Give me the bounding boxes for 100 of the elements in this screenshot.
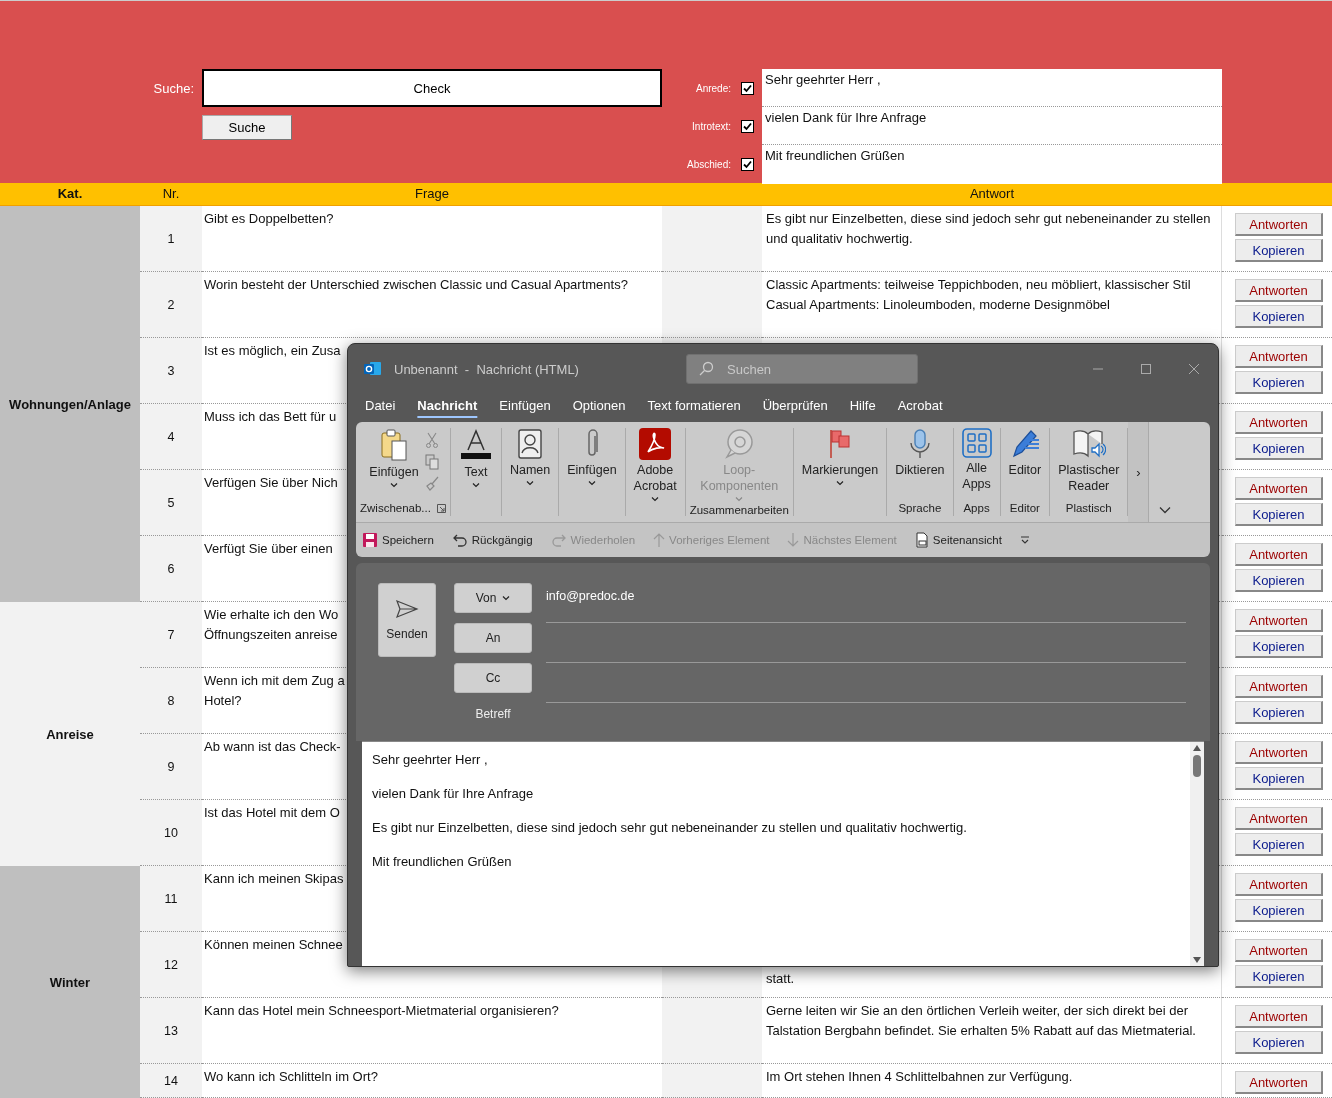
ribbon-button[interactable]: Editor <box>1004 428 1046 500</box>
caret-icon <box>526 480 535 486</box>
row-number: 4 <box>140 404 202 470</box>
caret-icon <box>587 480 596 486</box>
answer-button[interactable]: Antworten <box>1235 873 1323 896</box>
send-button[interactable]: Senden <box>378 583 436 657</box>
chevron-down-icon[interactable] <box>1159 506 1172 514</box>
send-icon <box>395 599 419 619</box>
save-icon <box>362 532 378 548</box>
copy-button[interactable]: Kopieren <box>1235 899 1323 922</box>
redo-icon <box>550 532 567 548</box>
row-number: 1 <box>140 206 202 272</box>
scroll-up-icon[interactable] <box>1193 745 1201 751</box>
text-field[interactable]: Sehr geehrter Herr , <box>762 69 1222 107</box>
copy-button[interactable]: Kopieren <box>1235 305 1323 328</box>
copy-button[interactable]: Kopieren <box>1235 239 1323 262</box>
option-label: Introtext: <box>692 120 731 132</box>
column-header: Nr. <box>161 185 181 203</box>
book-speaker-icon <box>1071 428 1106 460</box>
menu-tab[interactable]: Hilfe <box>838 394 887 417</box>
copy-button[interactable]: Kopieren <box>1235 371 1323 394</box>
row-number: 5 <box>140 470 202 536</box>
caret-icon <box>735 496 744 502</box>
checkbox[interactable] <box>741 158 754 171</box>
chevron-down-icon <box>502 595 511 601</box>
row-number: 9 <box>140 734 202 800</box>
row-number: 6 <box>140 536 202 602</box>
address-button[interactable]: An <box>454 623 532 653</box>
ribbon-button[interactable]: Markierungen <box>797 428 883 500</box>
answer-button[interactable]: Antworten <box>1235 609 1323 632</box>
option-label: Abschied: <box>687 159 731 170</box>
copy-button[interactable]: Kopieren <box>1235 437 1323 460</box>
menu-tab[interactable]: Acrobat <box>886 394 954 417</box>
answer-button[interactable]: Antworten <box>1235 675 1323 698</box>
checkbox[interactable] <box>741 119 754 133</box>
address-field[interactable]: info@predoc.de <box>546 583 1186 623</box>
answer-button[interactable]: Antworten <box>1235 1071 1323 1094</box>
caret-icon <box>389 482 398 488</box>
toolbar-button[interactable]: Seitenansicht <box>914 532 1002 548</box>
column-header: Antwort <box>968 185 1016 203</box>
scrollbar-thumb[interactable] <box>1193 755 1201 777</box>
answer-button[interactable]: Antworten <box>1235 213 1323 236</box>
answer-cell: Gerne leiten wir Sie an den örtlichen Verleih weiter, der sich direkt bei der Talstation Bergbahn befindet. Sie erhalten 5% Rabatt auf das Mietmaterial. <box>762 998 1222 1064</box>
copy-button[interactable]: Kopieren <box>1235 965 1323 988</box>
group-label: Zusammenarbeiten <box>689 503 789 518</box>
copy-button[interactable]: Kopieren <box>1235 833 1323 856</box>
answer-button[interactable]: Antworten <box>1235 807 1323 830</box>
more-button[interactable]: › <box>1128 422 1149 522</box>
copy-button[interactable]: Kopieren <box>1235 503 1323 526</box>
copy-button[interactable]: Kopieren <box>1235 1031 1323 1054</box>
ribbon-button[interactable]: Plastischer Reader <box>1054 428 1124 500</box>
message-text: vielen Dank für Ihre Anfrage <box>372 786 535 801</box>
answer-button[interactable]: Antworten <box>1235 477 1323 500</box>
answer-button[interactable]: Antworten <box>1235 1005 1323 1028</box>
row-number: 10 <box>140 800 202 866</box>
scrollbar[interactable] <box>1190 742 1204 966</box>
caret-icon <box>836 480 844 486</box>
undo-icon <box>451 532 468 548</box>
text-field[interactable]: vielen Dank für Ihre Anfrage <box>762 107 1222 145</box>
brush-icon[interactable] <box>424 476 439 492</box>
group-label: Editor <box>1009 501 1040 516</box>
scroll-down-icon[interactable] <box>1193 957 1201 963</box>
ribbon-button[interactable]: Alle Apps <box>957 428 996 500</box>
print-preview-icon <box>914 532 929 548</box>
row-number: 2 <box>140 272 202 338</box>
answer-cell: Es gibt nur Einzelbetten, diese sind jedoch sehr gut nebeneinander zu stellen und qualitativ hochwertig. <box>762 206 1222 272</box>
copy-button[interactable]: Kopieren <box>1235 767 1323 790</box>
group-label: Plastisch <box>1065 501 1112 516</box>
scissors-icon[interactable] <box>424 432 439 448</box>
search-field[interactable]: Suchen <box>686 354 918 384</box>
copy-button[interactable]: Kopieren <box>1235 701 1323 724</box>
menu-tab[interactable]: Überprüfen <box>751 394 839 417</box>
answer-button[interactable]: Antworten <box>1235 939 1323 962</box>
answer-button[interactable]: Antworten <box>1235 543 1323 566</box>
address-button[interactable]: Cc <box>454 663 532 693</box>
search-button[interactable]: Suche <box>202 114 292 140</box>
checkbox[interactable] <box>741 81 754 95</box>
option-label: Anrede: <box>695 82 731 94</box>
dropdown-icon[interactable] <box>1019 535 1030 545</box>
answer-button[interactable]: Antworten <box>1235 411 1323 434</box>
apps-grid-icon <box>961 428 992 458</box>
address-button[interactable]: Von <box>454 583 532 613</box>
answer-button[interactable]: Antworten <box>1235 741 1323 764</box>
answer-button[interactable]: Antworten <box>1235 279 1323 302</box>
row-number: 12 <box>140 932 202 998</box>
column-header: Kat. <box>56 185 84 203</box>
arrow-down-icon <box>787 532 800 548</box>
message-text: Mit freundlichen Grüßen <box>372 854 513 869</box>
ribbon-button[interactable]: Diktieren <box>891 428 949 500</box>
mail-app-icon <box>364 361 382 377</box>
text-field[interactable]: Mit freundlichen Grüßen <box>762 145 1222 184</box>
copy-icon[interactable] <box>424 454 439 470</box>
clipboard-icon <box>378 428 409 462</box>
answer-button[interactable]: Antworten <box>1235 345 1323 368</box>
search-field[interactable]: Check <box>202 69 662 107</box>
search-icon <box>698 361 714 377</box>
copy-button[interactable]: Kopieren <box>1235 635 1323 658</box>
copy-button[interactable]: Kopieren <box>1235 569 1323 592</box>
expand-icon[interactable] <box>436 503 446 513</box>
font-color-icon <box>458 428 493 462</box>
